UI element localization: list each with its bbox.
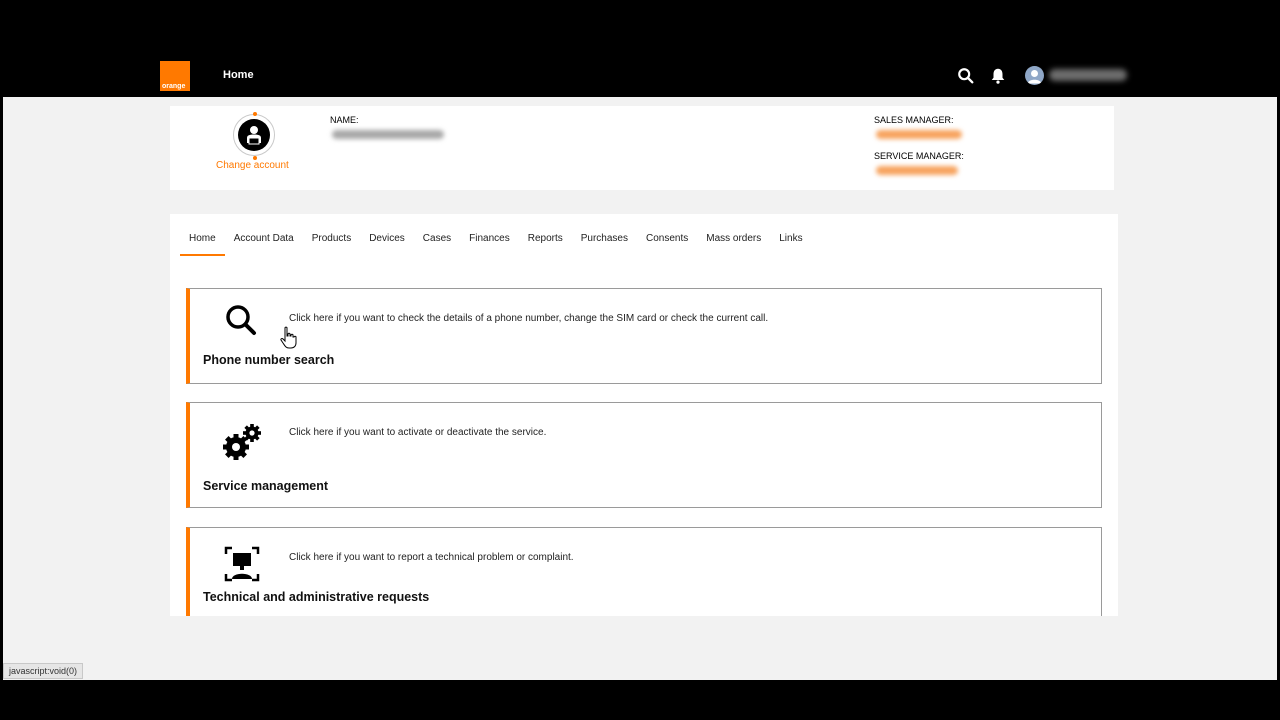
tab-links[interactable]: Links bbox=[770, 214, 811, 254]
service-manager-redacted[interactable] bbox=[876, 166, 958, 175]
top-navigation-bar: orange Home bbox=[3, 56, 1277, 97]
hand-cursor-icon bbox=[280, 326, 297, 349]
tab-bar: Home Account Data Products Devices Cases… bbox=[180, 214, 812, 256]
technical-requests-card[interactable]: Click here if you want to report a techn… bbox=[186, 527, 1102, 616]
tab-account-data[interactable]: Account Data bbox=[225, 214, 303, 254]
browser-viewport: orange Home Change account NAME: SALES M… bbox=[3, 56, 1277, 680]
orange-logo[interactable]: orange bbox=[160, 61, 190, 91]
technical-requests-title: Technical and administrative requests bbox=[203, 590, 430, 604]
tab-home[interactable]: Home bbox=[180, 214, 225, 256]
account-icon bbox=[238, 119, 270, 151]
nav-home-link[interactable]: Home bbox=[223, 69, 254, 81]
browser-status-bar: javascript:void(0) bbox=[3, 663, 84, 679]
account-name-redacted bbox=[332, 130, 444, 139]
account-badge[interactable] bbox=[233, 112, 275, 160]
tab-devices[interactable]: Devices bbox=[360, 214, 414, 254]
badge-dot-top bbox=[253, 112, 257, 116]
name-label: NAME: bbox=[330, 115, 359, 125]
tab-finances[interactable]: Finances bbox=[460, 214, 519, 254]
user-avatar-icon[interactable] bbox=[1025, 66, 1044, 85]
sales-manager-redacted[interactable] bbox=[876, 130, 962, 139]
service-management-card[interactable]: Click here if you want to activate or de… bbox=[186, 402, 1102, 508]
change-account-link[interactable]: Change account bbox=[216, 160, 289, 171]
bell-icon[interactable] bbox=[989, 67, 1007, 85]
account-summary-card: Change account NAME: SALES MANAGER: SERV… bbox=[170, 106, 1114, 190]
tab-purchases[interactable]: Purchases bbox=[572, 214, 637, 254]
service-manager-label: SERVICE MANAGER: bbox=[874, 151, 964, 161]
technical-requests-description: Click here if you want to report a techn… bbox=[289, 552, 574, 563]
search-icon[interactable] bbox=[957, 67, 975, 85]
logo-text: orange bbox=[162, 83, 186, 90]
phone-number-search-card[interactable]: Click here if you want to check the deta… bbox=[186, 288, 1102, 384]
tab-mass-orders[interactable]: Mass orders bbox=[697, 214, 770, 254]
phone-number-search-title: Phone number search bbox=[203, 353, 335, 367]
tab-consents[interactable]: Consents bbox=[637, 214, 697, 254]
main-content-card: Home Account Data Products Devices Cases… bbox=[170, 214, 1118, 616]
tab-products[interactable]: Products bbox=[303, 214, 360, 254]
service-management-title: Service management bbox=[203, 479, 329, 493]
phone-number-search-description: Click here if you want to check the deta… bbox=[289, 313, 769, 324]
magnifier-icon bbox=[226, 305, 256, 335]
gears-icon bbox=[223, 424, 261, 460]
support-request-icon bbox=[224, 546, 260, 582]
tab-reports[interactable]: Reports bbox=[519, 214, 572, 254]
sales-manager-label: SALES MANAGER: bbox=[874, 115, 954, 125]
service-management-description: Click here if you want to activate or de… bbox=[289, 427, 547, 438]
tab-cases[interactable]: Cases bbox=[414, 214, 460, 254]
user-name-redacted[interactable] bbox=[1049, 69, 1127, 81]
